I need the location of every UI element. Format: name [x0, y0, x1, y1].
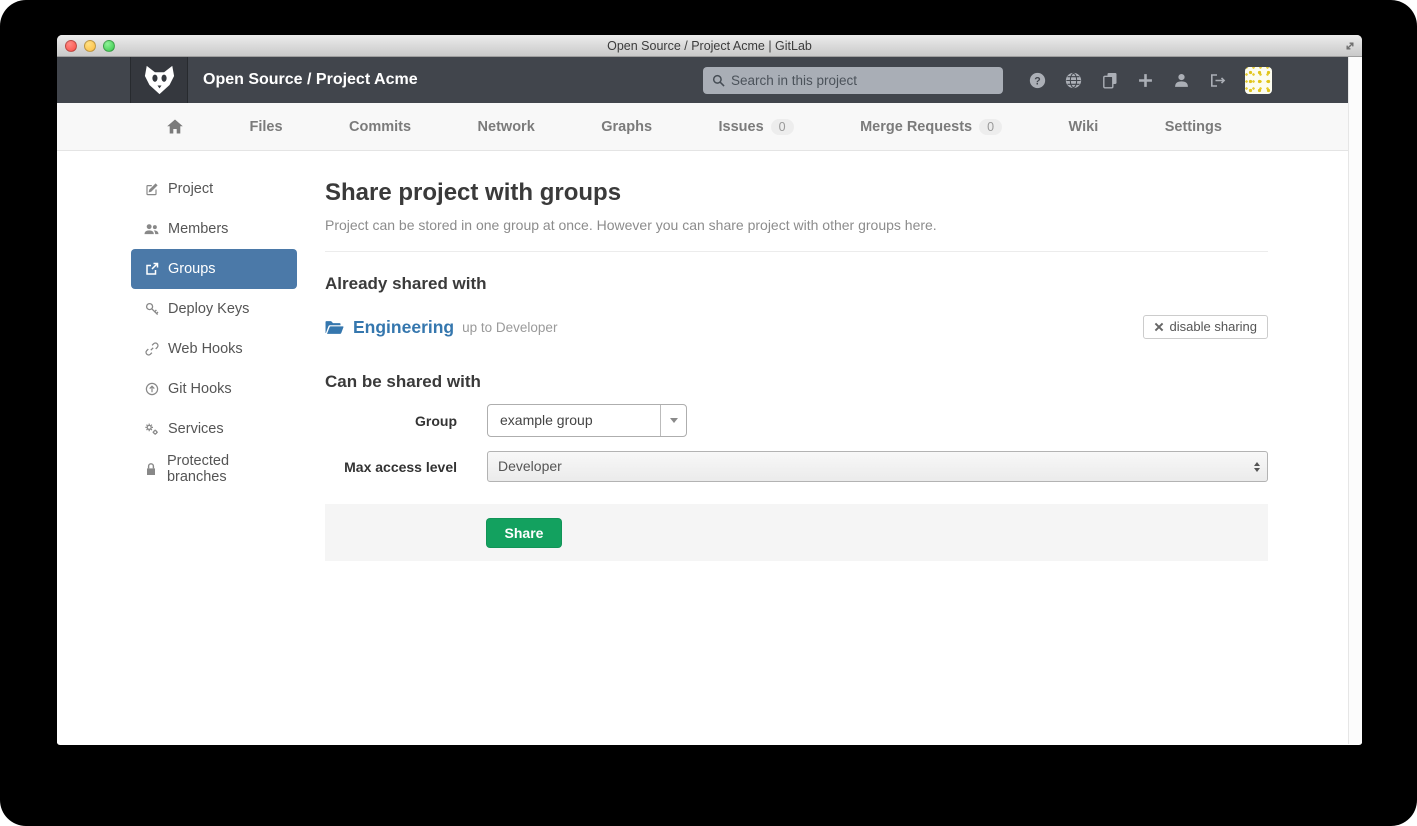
- select-spinner-icon: [1254, 452, 1260, 481]
- browser-window: Open Source / Project Acme | GitLab Open…: [57, 35, 1362, 745]
- edit-icon: [144, 182, 159, 196]
- project-nav: Files Commits Network Graphs Issues 0 Me…: [57, 103, 1362, 151]
- nav-item-issues[interactable]: Issues 0: [719, 119, 794, 135]
- logout-icon[interactable]: [1209, 72, 1226, 89]
- gears-icon: [144, 422, 159, 436]
- user-avatar[interactable]: [1245, 67, 1272, 94]
- nav-item-settings[interactable]: Settings: [1165, 119, 1222, 135]
- profile-icon[interactable]: [1173, 72, 1190, 89]
- share-project-panel: Share project with groups Project can be…: [325, 151, 1268, 561]
- sidebar-item-git-hooks[interactable]: Git Hooks: [131, 369, 297, 409]
- page-description: Project can be stored in one group at on…: [325, 217, 1268, 233]
- window-title: Open Source / Project Acme | GitLab: [57, 39, 1362, 53]
- shared-group-row: Engineering up to Developer disable shar…: [325, 310, 1268, 344]
- shared-access-note: up to Developer: [462, 320, 557, 335]
- nav-item-wiki[interactable]: Wiki: [1069, 119, 1099, 135]
- sidebar-item-members[interactable]: Members: [131, 209, 297, 249]
- shared-group-link[interactable]: Engineering: [353, 317, 454, 338]
- header-icon-group: ?: [1029, 72, 1226, 89]
- sidebar-item-services[interactable]: Services: [131, 409, 297, 449]
- sidebar-item-deploy-keys[interactable]: Deploy Keys: [131, 289, 297, 329]
- close-window-button[interactable]: [65, 40, 77, 52]
- gitlab-fox-icon: [143, 65, 176, 96]
- lock-icon: [144, 462, 158, 476]
- git-hook-icon: [144, 382, 159, 396]
- nav-item-commits[interactable]: Commits: [349, 119, 411, 135]
- group-form-row: Group example group: [325, 404, 1268, 437]
- access-form-row: Max access level Developer: [325, 451, 1268, 482]
- chevron-down-icon: [660, 405, 686, 436]
- minimize-window-button[interactable]: [84, 40, 96, 52]
- link-icon: [144, 342, 159, 356]
- share-icon: [144, 262, 159, 276]
- help-icon[interactable]: ?: [1029, 72, 1046, 89]
- snippets-icon[interactable]: [1101, 72, 1118, 89]
- divider: [325, 251, 1268, 252]
- desktop-background: Open Source / Project Acme | GitLab Open…: [0, 0, 1417, 826]
- max-access-label: Max access level: [325, 459, 457, 475]
- search-input[interactable]: [731, 73, 994, 88]
- share-button[interactable]: Share: [486, 518, 562, 548]
- search-icon: [712, 74, 725, 87]
- gitlab-logo[interactable]: [130, 57, 188, 103]
- window-titlebar: Open Source / Project Acme | GitLab: [57, 35, 1362, 57]
- already-shared-heading: Already shared with: [325, 274, 1268, 294]
- sidebar-item-groups[interactable]: Groups: [131, 249, 297, 289]
- nav-item-home[interactable]: [167, 119, 183, 134]
- x-icon: [1154, 322, 1164, 332]
- nav-item-files[interactable]: Files: [249, 119, 282, 135]
- header-project-title: Open Source / Project Acme: [203, 71, 418, 89]
- sidebar-item-project[interactable]: Project: [131, 169, 297, 209]
- folder-open-icon: [325, 320, 344, 335]
- nav-item-graphs[interactable]: Graphs: [601, 119, 652, 135]
- disable-sharing-button[interactable]: disable sharing: [1143, 315, 1268, 339]
- can-be-shared-heading: Can be shared with: [325, 372, 1268, 392]
- content-area: Project Members Groups: [57, 151, 1362, 744]
- app-header: Open Source / Project Acme ?: [57, 57, 1362, 103]
- scrollbar[interactable]: [1348, 57, 1362, 744]
- form-actions-bar: Share: [325, 504, 1268, 561]
- nav-item-network[interactable]: Network: [478, 119, 535, 135]
- key-icon: [144, 302, 159, 316]
- fullscreen-icon[interactable]: [1343, 39, 1357, 53]
- sidebar-item-web-hooks[interactable]: Web Hooks: [131, 329, 297, 369]
- users-icon: [144, 222, 159, 236]
- merge-requests-count-badge: 0: [979, 119, 1002, 135]
- zoom-window-button[interactable]: [103, 40, 115, 52]
- svg-text:?: ?: [1034, 75, 1040, 87]
- traffic-lights: [65, 40, 115, 52]
- group-select[interactable]: example group: [487, 404, 687, 437]
- home-icon: [167, 119, 183, 134]
- page-title: Share project with groups: [325, 179, 1268, 207]
- sidebar-item-protected-branches[interactable]: Protected branches: [131, 449, 297, 489]
- issues-count-badge: 0: [771, 119, 794, 135]
- nav-item-merge-requests[interactable]: Merge Requests 0: [860, 119, 1002, 135]
- group-label: Group: [325, 413, 457, 429]
- settings-sidebar: Project Members Groups: [131, 169, 297, 489]
- globe-icon[interactable]: [1065, 72, 1082, 89]
- search-box: [703, 67, 1003, 94]
- new-project-icon[interactable]: [1137, 72, 1154, 89]
- max-access-select[interactable]: Developer: [487, 451, 1268, 482]
